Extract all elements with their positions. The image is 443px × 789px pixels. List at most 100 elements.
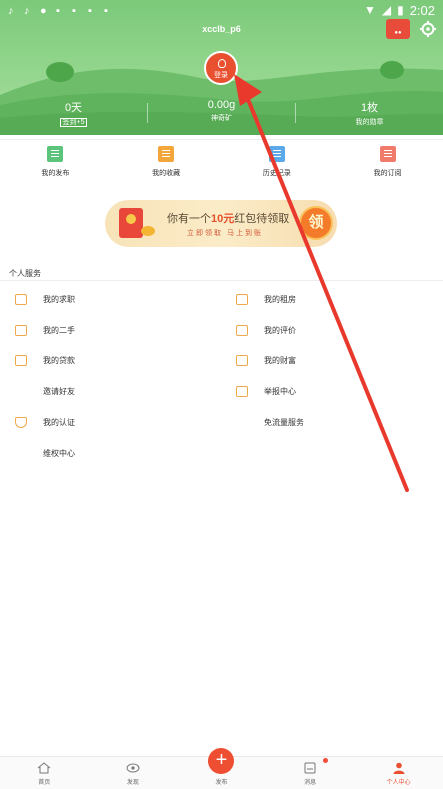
section-title: 个人服务 <box>9 269 41 278</box>
stat-label: 我的勋章 <box>355 119 384 126</box>
divider <box>0 280 443 281</box>
app-icon: ▪ <box>88 5 92 17</box>
nav-label: 消息 <box>304 780 317 786</box>
checkin-button[interactable]: ●● <box>386 19 410 39</box>
service-label: 我的租房 <box>264 294 296 304</box>
nav-discover[interactable]: 发现 <box>89 757 178 789</box>
service-item-free-data[interactable]: 免流量服务 <box>221 407 304 437</box>
notification-icons: ♪ ♪ ● ▪ ▪ ▪ ▪ <box>8 5 114 17</box>
tiktok-icon: ♪ <box>8 5 14 17</box>
wealth-icon <box>236 354 248 366</box>
app-icon: ▪ <box>72 5 76 17</box>
profile-header: ♪ ♪ ● ▪ ▪ ▪ ▪ ▼ ◢ ▮ 2:02 xcclb_p6 ●● 登录 <box>0 0 443 135</box>
stat-label: 签到+5 <box>59 118 88 127</box>
nav-profile[interactable]: 个人中心 <box>354 757 443 789</box>
unread-badge <box>322 758 328 763</box>
coin-icon <box>141 226 155 236</box>
claim-button[interactable]: 领 <box>299 206 333 240</box>
service-label: 维权中心 <box>43 448 75 458</box>
tiktok-icon: ♪ <box>24 5 30 17</box>
banner-title-suffix: 红包待领取 <box>234 213 290 225</box>
signal-icon: ◢ <box>381 3 392 17</box>
bottom-nav: 首页 发现 + 发布 消息 个人中心 <box>0 748 443 789</box>
service-item-verification[interactable]: 我的认证 <box>0 407 75 437</box>
quick-item-label: 我的发布 <box>41 170 70 177</box>
nav-label: 个人中心 <box>386 780 411 786</box>
status-bar: ♪ ♪ ● ▪ ▪ ▪ ▪ ▼ ◢ ▮ 2:02 <box>0 0 443 20</box>
login-button[interactable]: 登录 <box>204 51 238 85</box>
quick-item-subscriptions[interactable]: 我的订阅 <box>332 140 443 190</box>
chrome-icon: ● <box>40 5 47 17</box>
stats-row: 0天 签到+5 0.00g 神奇矿 1枚 我的勋章 <box>0 99 443 127</box>
banner-title: 你有一个10元红包待领取 <box>167 210 289 226</box>
service-item-invite[interactable]: 邀请好友 <box>0 376 75 406</box>
briefcase-icon <box>15 293 27 305</box>
service-item-report[interactable]: 举报中心 <box>221 376 296 406</box>
service-label: 我的求职 <box>43 294 75 304</box>
report-icon <box>236 385 248 397</box>
service-label: 邀请好友 <box>43 386 75 396</box>
quick-item-label: 我的收藏 <box>152 170 181 177</box>
stat-value: 1枚 <box>360 102 379 114</box>
gear-icon[interactable] <box>419 20 437 38</box>
checkin-icon: ●● <box>394 30 402 36</box>
service-label: 举报中心 <box>264 386 296 396</box>
service-item-wealth[interactable]: 我的财富 <box>221 345 296 375</box>
shield-icon <box>15 416 27 428</box>
eye-icon <box>126 763 140 773</box>
service-label: 免流量服务 <box>264 417 304 427</box>
stat-label: 神奇矿 <box>211 115 232 122</box>
service-item-rights[interactable]: 维权中心 <box>0 438 75 468</box>
wifi-icon: ▼ <box>363 3 376 17</box>
nav-messages[interactable]: 消息 <box>266 757 355 789</box>
star-folder-icon <box>158 146 175 162</box>
banner-amount: 10元 <box>211 213 235 225</box>
secondhand-icon <box>15 324 27 336</box>
person-icon <box>218 59 226 68</box>
clock: 2:02 <box>409 2 435 18</box>
red-packet-banner[interactable]: 你有一个10元红包待领取 立即领取 马上到账 领 <box>105 200 337 247</box>
quick-item-history[interactable]: 历史记录 <box>222 140 333 190</box>
service-item-jobs[interactable]: 我的求职 <box>0 284 75 314</box>
service-item-rentals[interactable]: 我的租房 <box>221 284 296 314</box>
quick-item-favorites[interactable]: 我的收藏 <box>111 140 222 190</box>
home-icon <box>37 762 51 774</box>
building-icon <box>236 293 248 305</box>
red-envelope-icon <box>119 208 143 238</box>
service-label: 我的认证 <box>43 417 75 427</box>
quick-item-label: 历史记录 <box>262 170 291 177</box>
history-icon <box>268 146 285 162</box>
nav-label: 首页 <box>38 780 51 786</box>
stat-mine[interactable]: 0.00g 神奇矿 <box>148 99 295 127</box>
service-label: 我的贷款 <box>43 355 75 365</box>
stat-value: 0天 <box>64 102 83 114</box>
nav-publish[interactable]: + 发布 <box>177 748 266 789</box>
nav-home[interactable]: 首页 <box>0 757 89 789</box>
app-icon: ▪ <box>104 5 108 17</box>
quick-menu: 我的发布 我的收藏 历史记录 我的订阅 <box>0 140 443 190</box>
stat-value: 0.00g <box>207 99 236 111</box>
username: xcclb_p6 <box>202 24 241 34</box>
service-label: 我的财富 <box>264 355 296 365</box>
battery-icon: ▮ <box>397 3 404 17</box>
nav-label: 发现 <box>126 780 139 786</box>
stat-checkin-days[interactable]: 0天 签到+5 <box>0 99 147 127</box>
login-label: 登录 <box>214 72 228 79</box>
message-icon <box>304 762 316 774</box>
wallet-icon <box>15 354 27 366</box>
subscribe-icon <box>379 146 396 162</box>
document-icon <box>47 146 64 162</box>
service-item-secondhand[interactable]: 我的二手 <box>0 315 75 345</box>
service-label: 我的二手 <box>43 325 75 335</box>
banner-subtitle: 立即领取 马上到账 <box>187 230 263 237</box>
service-item-reviews[interactable]: 我的评价 <box>221 315 296 345</box>
plus-icon: + <box>208 748 235 774</box>
stat-medals[interactable]: 1枚 我的勋章 <box>296 99 443 127</box>
quick-item-label: 我的订阅 <box>373 170 402 177</box>
calendar-icon <box>236 324 248 336</box>
app-icon: ▪ <box>56 5 60 17</box>
status-right: ▼ ◢ ▮ 2:02 <box>364 3 435 18</box>
quick-item-my-posts[interactable]: 我的发布 <box>0 140 111 190</box>
service-item-loans[interactable]: 我的贷款 <box>0 345 75 375</box>
person-icon <box>393 762 405 774</box>
